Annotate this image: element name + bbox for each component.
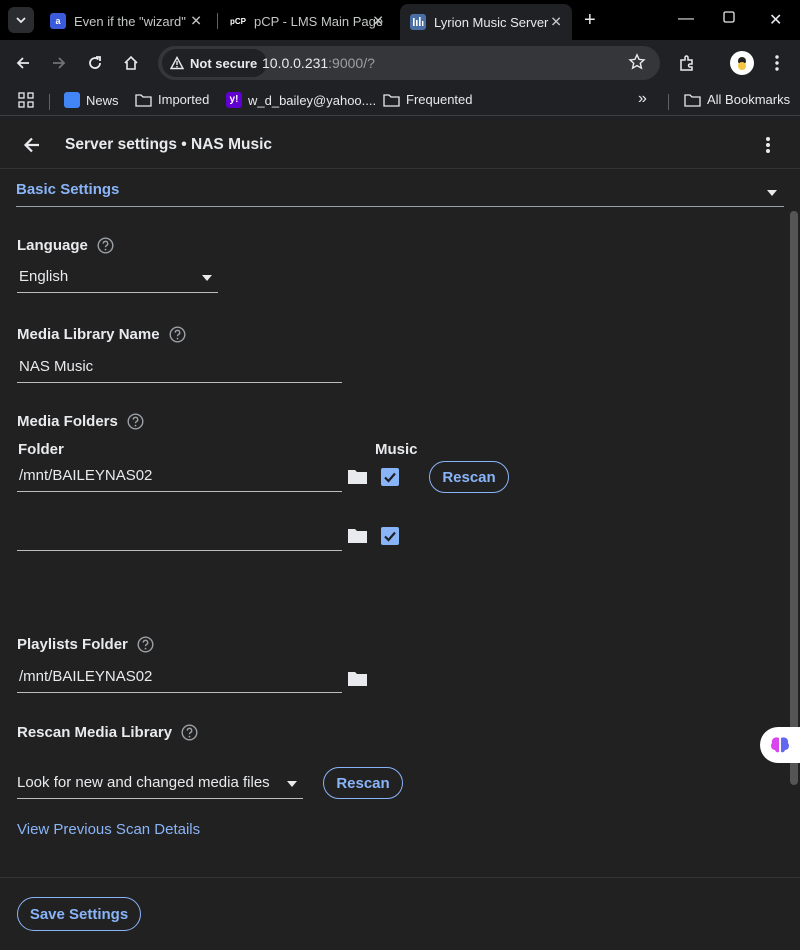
tab-lyrion[interactable]: Lyrion Music Server ✕ xyxy=(400,4,572,40)
page-title: Server settings • NAS Music xyxy=(65,136,272,153)
more-vert-icon[interactable] xyxy=(762,135,774,155)
security-chip[interactable]: Not secure xyxy=(162,49,268,77)
settings-page: Server settings • NAS Music Basic Settin… xyxy=(0,121,800,950)
bookmark-yahoo[interactable]: y! w_d_bailey@yahoo.... xyxy=(226,92,376,108)
tab-wizard[interactable]: a Even if the "wizard" ✕ xyxy=(40,6,212,36)
menu-dots-icon[interactable] xyxy=(766,52,788,74)
rescan-library-label: Rescan Media Library xyxy=(17,724,198,741)
bookmarks-bar: News Imported y! w_d_bailey@yahoo.... Fr… xyxy=(0,86,800,116)
apps-grid-icon[interactable] xyxy=(18,92,40,108)
footer-divider xyxy=(0,877,800,878)
maximize-icon[interactable] xyxy=(722,10,736,29)
folder-column-header: Folder xyxy=(18,441,64,458)
dropdown-caret-icon xyxy=(767,190,777,196)
folder-icon xyxy=(383,93,400,107)
save-settings-button[interactable]: Save Settings xyxy=(17,897,141,931)
bookmark-news[interactable]: News xyxy=(64,92,119,108)
folder-icon[interactable] xyxy=(347,670,368,687)
warning-icon xyxy=(170,56,184,70)
playlists-folder-label: Playlists Folder xyxy=(17,636,154,653)
tab-strip: a Even if the "wizard" ✕ pCP pCP - LMS M… xyxy=(0,0,800,40)
forward-icon[interactable] xyxy=(48,52,70,74)
media-folders-label: Media Folders xyxy=(17,413,144,430)
help-icon[interactable] xyxy=(127,413,144,430)
reload-icon[interactable] xyxy=(84,52,106,74)
yahoo-icon: y! xyxy=(226,92,242,108)
music-checkbox[interactable] xyxy=(381,527,399,545)
music-checkbox[interactable] xyxy=(381,468,399,486)
folder-icon xyxy=(135,93,152,107)
close-icon[interactable]: ✕ xyxy=(550,14,562,31)
bookmark-imported[interactable]: Imported xyxy=(135,92,209,107)
music-column-header: Music xyxy=(375,441,418,458)
site-a-icon: a xyxy=(50,13,66,29)
library-name-label: Media Library Name xyxy=(17,326,186,343)
app-bar: Server settings • NAS Music xyxy=(0,121,800,169)
tab-pcp[interactable]: pCP pCP - LMS Main Page ✕ xyxy=(220,6,394,36)
section-selector[interactable]: Basic Settings xyxy=(16,181,784,207)
folder-icon[interactable] xyxy=(347,468,368,485)
language-select[interactable]: English xyxy=(17,266,218,293)
library-rescan-button[interactable]: Rescan xyxy=(323,767,403,799)
all-bookmarks-button[interactable]: All Bookmarks xyxy=(684,92,790,107)
bookmarks-overflow-button[interactable]: » xyxy=(638,90,647,108)
minimize-icon[interactable]: — xyxy=(678,10,694,28)
check-icon xyxy=(384,472,396,483)
back-icon[interactable] xyxy=(12,52,34,74)
media-folder-input[interactable]: /mnt/BAILEYNAS02 xyxy=(17,465,342,492)
bookmark-star-icon[interactable] xyxy=(628,53,646,71)
copilot-side-button[interactable] xyxy=(760,727,800,763)
tab-separator xyxy=(217,13,218,29)
security-label: Not secure xyxy=(190,55,258,71)
url-text: 10.0.0.231:9000/? xyxy=(262,55,375,71)
library-name-input[interactable]: NAS Music xyxy=(17,356,342,383)
close-icon[interactable]: ✕ xyxy=(190,13,202,30)
check-icon xyxy=(384,531,396,542)
folder-icon xyxy=(684,93,701,107)
extensions-icon[interactable] xyxy=(676,52,698,74)
pcp-logo-icon: pCP xyxy=(230,13,246,29)
help-icon[interactable] xyxy=(97,237,114,254)
folder-icon[interactable] xyxy=(347,527,368,544)
equalizer-bars-icon xyxy=(410,14,426,30)
bookmark-frequented[interactable]: Frequented xyxy=(383,92,473,107)
view-scan-details-link[interactable]: View Previous Scan Details xyxy=(17,821,200,838)
news-icon xyxy=(64,92,80,108)
chevron-down-icon xyxy=(16,17,26,24)
brain-icon xyxy=(771,737,789,753)
bookmark-separator xyxy=(668,94,669,110)
address-bar[interactable]: Not secure 10.0.0.231:9000/? xyxy=(158,46,660,80)
dropdown-caret-icon xyxy=(202,275,212,281)
help-icon[interactable] xyxy=(169,326,186,343)
tab-search-button[interactable] xyxy=(8,7,34,33)
help-icon[interactable] xyxy=(181,724,198,741)
language-label: Language xyxy=(17,237,114,254)
dropdown-caret-icon xyxy=(287,781,297,787)
new-tab-button[interactable]: + xyxy=(584,9,596,32)
playlists-folder-input[interactable]: /mnt/BAILEYNAS02 xyxy=(17,666,342,693)
close-window-icon[interactable]: ✕ xyxy=(769,10,782,30)
help-icon[interactable] xyxy=(137,636,154,653)
folder-rescan-button[interactable]: Rescan xyxy=(429,461,509,493)
rescan-mode-select[interactable]: Look for new and changed media files xyxy=(17,772,303,799)
profile-avatar[interactable] xyxy=(730,51,754,75)
close-icon[interactable]: ✕ xyxy=(372,13,384,30)
section-title: Basic Settings xyxy=(16,181,120,198)
scrollbar[interactable] xyxy=(790,211,798,785)
home-icon[interactable] xyxy=(120,52,142,74)
bookmark-separator xyxy=(49,94,50,110)
media-folder-input-empty[interactable] xyxy=(17,524,342,551)
back-arrow-icon[interactable] xyxy=(22,135,42,155)
